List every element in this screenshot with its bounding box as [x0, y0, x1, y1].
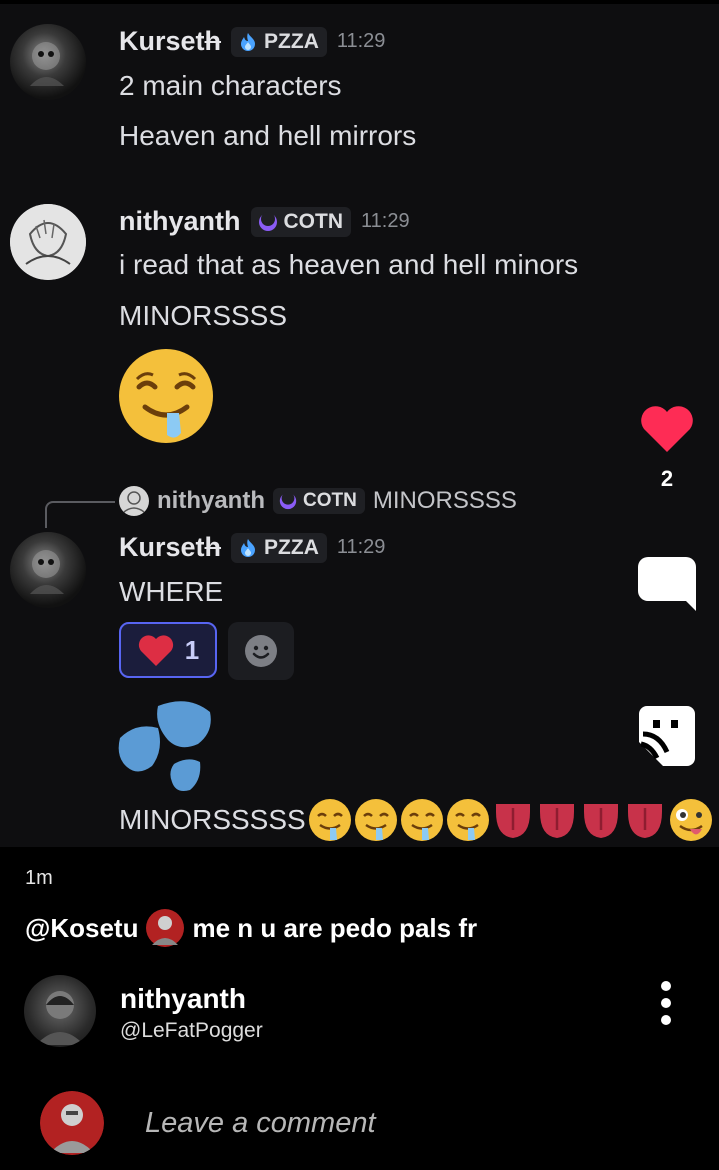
like-action[interactable]: 2	[637, 404, 697, 492]
comment-input[interactable]	[120, 1097, 665, 1149]
message-username: nithyanth	[119, 206, 241, 236]
message-time: 11:29	[336, 536, 386, 558]
moon-icon	[279, 491, 297, 510]
mention-avatar	[146, 909, 185, 947]
server-tag: PZZA	[231, 532, 327, 563]
post-time-ago: 1m	[25, 867, 53, 889]
moon-icon	[258, 211, 277, 231]
reply-connector	[45, 501, 115, 528]
heart-reaction[interactable]: 1	[119, 622, 217, 678]
reply-text: MINORSSSS	[372, 487, 517, 514]
comment-action[interactable]	[637, 555, 697, 613]
remix-icon[interactable]	[639, 704, 695, 766]
heart-icon[interactable]	[639, 404, 695, 454]
message-time: 11:29	[361, 210, 410, 232]
comment-bubble-icon[interactable]	[638, 555, 696, 613]
message-text: Heaven and hell mirrors	[119, 120, 417, 151]
reply-username: nithyanth	[157, 487, 265, 514]
flame-icon	[241, 538, 256, 557]
flame-icon	[241, 32, 256, 51]
tongue-emoji-icon	[584, 804, 618, 838]
emoji-row	[308, 796, 714, 844]
author-avatar[interactable]	[24, 975, 96, 1047]
message-header: nithyanth COTN 11:29	[119, 206, 410, 237]
user-avatar	[10, 204, 86, 280]
smiley-icon	[245, 635, 277, 667]
message-header: Kurseth PZZA 11:29	[119, 26, 385, 57]
tongue-emoji-icon	[628, 804, 662, 838]
tongue-emoji-icon	[496, 804, 530, 838]
reply-preview[interactable]: nithyanth COTN MINORSSSS	[119, 486, 517, 516]
heart-icon	[138, 635, 173, 666]
message-text: 2 main characters	[119, 70, 342, 101]
message-time: 11:29	[336, 30, 386, 52]
remix-action[interactable]	[637, 704, 697, 766]
caption-text: me n u are pedo pals fr	[192, 912, 478, 943]
message-username: Kurseth	[119, 26, 222, 56]
author-handle[interactable]: @LeFatPogger	[120, 1019, 263, 1043]
user-avatar	[10, 24, 86, 100]
message-username: Kurseth	[119, 532, 222, 562]
message-text: WHERE	[119, 576, 224, 607]
winking-tongue-emoji-icon	[670, 799, 712, 841]
drooling-emoji-icon	[401, 799, 443, 841]
message-header: Kurseth PZZA 11:29	[119, 532, 385, 563]
post-info-panel: 1m @Kosetu me n u are pedo pals fr nithy…	[0, 847, 719, 1170]
more-options-icon[interactable]	[652, 981, 680, 1025]
drooling-emoji-icon	[447, 799, 489, 841]
sweat-drops-icon	[118, 701, 211, 791]
drooling-emoji-icon	[119, 349, 213, 443]
server-tag: COTN	[250, 206, 351, 237]
reply-avatar	[119, 486, 149, 516]
message-text: MINORSSSS	[119, 300, 288, 331]
server-tag: PZZA	[231, 26, 327, 57]
user-avatar	[10, 532, 86, 608]
reaction-count: 1	[184, 634, 200, 665]
mention-link[interactable]: @Kosetu	[25, 913, 138, 944]
post-image: Kurseth PZZA 11:29 2 main characters Hea…	[0, 4, 719, 847]
drooling-emoji-icon	[355, 799, 397, 841]
current-user-avatar	[40, 1091, 104, 1155]
tongue-emoji-icon	[540, 804, 574, 838]
message-text: i read that as heaven and hell minors	[119, 249, 579, 280]
server-tag: COTN	[273, 488, 365, 514]
author-name[interactable]: nithyanth	[120, 983, 246, 1015]
post-caption: @Kosetu me n u are pedo pals fr	[25, 909, 477, 947]
message-text: MINORSSSSS	[119, 804, 306, 835]
drooling-emoji-icon	[309, 799, 351, 841]
like-count: 2	[660, 466, 674, 491]
add-reaction-button[interactable]	[228, 622, 294, 680]
